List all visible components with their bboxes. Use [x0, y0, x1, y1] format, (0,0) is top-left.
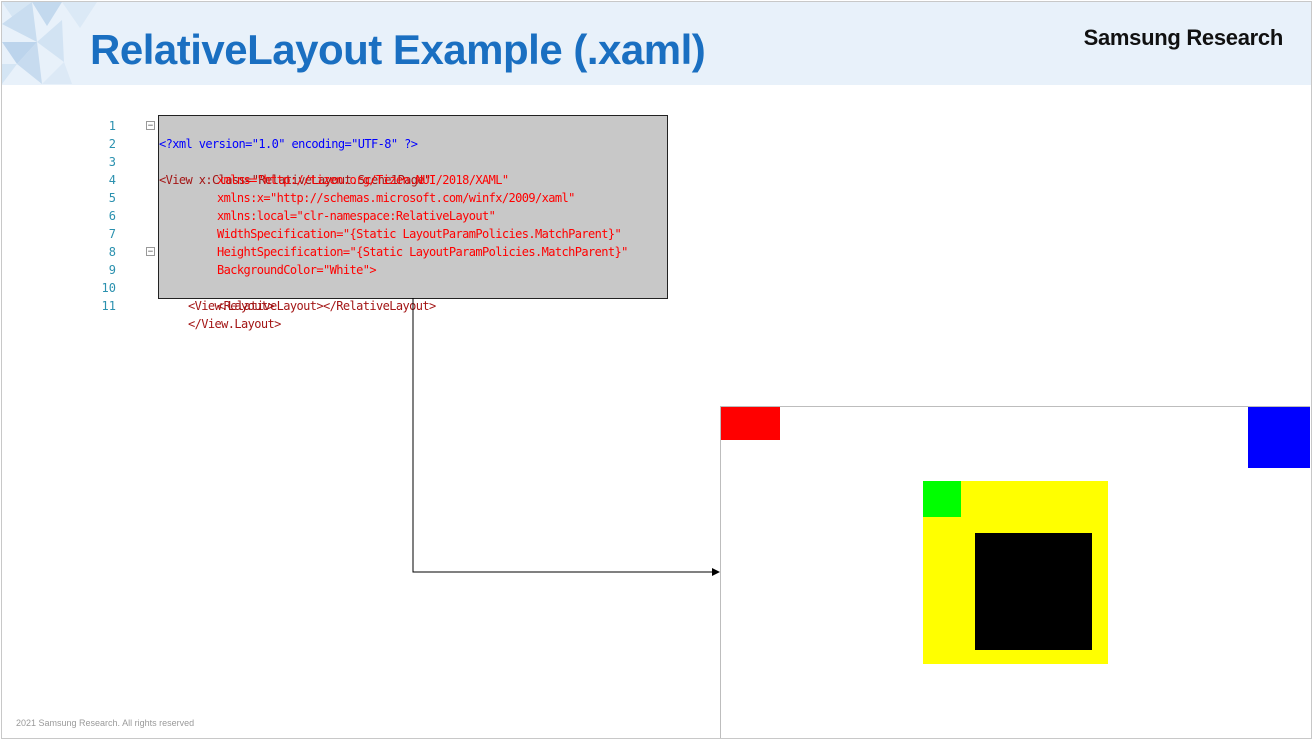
- green-box: [923, 481, 961, 517]
- black-box: [975, 533, 1092, 650]
- red-box: [721, 407, 780, 440]
- blue-box: [1248, 407, 1310, 468]
- layout-preview: [720, 406, 1310, 738]
- footer-copyright: 2021 Samsung Research. All rights reserv…: [16, 718, 195, 728]
